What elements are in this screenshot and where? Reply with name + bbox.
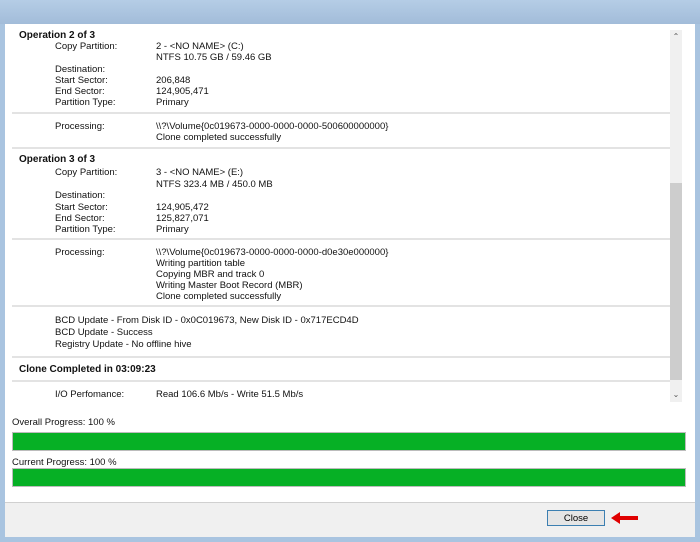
value: 124,905,472: [156, 202, 209, 213]
value: Primary: [156, 224, 189, 235]
operation-title: Operation 3 of 3: [19, 154, 96, 165]
scrollbar-thumb[interactable]: [670, 183, 682, 380]
divider: [12, 305, 670, 307]
completed-title: Clone Completed in 03:09:23: [19, 364, 156, 375]
label: Start Sector:: [55, 202, 108, 213]
divider: [12, 356, 670, 358]
value: Clone completed successfully: [156, 132, 282, 143]
divider: [12, 112, 670, 114]
label: Partition Type:: [55, 224, 116, 235]
value: 3 - <NO NAME> (E:): [156, 167, 244, 178]
value: \\?\Volume{0c019673-0000-0000-0000-50060…: [156, 121, 389, 132]
current-progress-label: Current Progress: 100 %: [12, 457, 117, 468]
value: Copying MBR and track 0: [156, 269, 265, 280]
overall-progress-label: Overall Progress: 100 %: [12, 417, 115, 428]
label: End Sector:: [55, 86, 105, 97]
value: Primary: [156, 97, 189, 108]
value: 206,848: [156, 75, 191, 86]
value: Writing partition table: [156, 258, 246, 269]
value: 124,905,471: [156, 86, 209, 97]
label: Copy Partition:: [55, 41, 118, 52]
io-value: Read 106.6 Mb/s - Write 51.5 Mb/s: [156, 389, 304, 400]
value: Writing Master Boot Record (MBR): [156, 280, 303, 291]
label: Processing:: [55, 247, 105, 258]
divider: [12, 147, 670, 149]
current-progress-fill: [13, 469, 685, 486]
value: \\?\Volume{0c019673-0000-0000-0000-d0e30…: [156, 247, 389, 258]
bcd-line: BCD Update - Success: [55, 327, 153, 338]
close-button[interactable]: Close: [547, 510, 605, 526]
title-bar: [0, 0, 700, 24]
divider: [12, 238, 670, 240]
label: Destination:: [55, 190, 106, 201]
overall-progress-fill: [13, 433, 685, 450]
label: Start Sector:: [55, 75, 108, 86]
bcd-line: BCD Update - From Disk ID - 0x0C019673, …: [55, 315, 359, 326]
value: Clone completed successfully: [156, 291, 282, 302]
log-list: Operation 2 of 3 Copy Partition: 2 - <NO…: [12, 30, 670, 402]
value: 125,827,071: [156, 213, 209, 224]
red-arrow-icon: [611, 512, 638, 524]
scroll-down-icon[interactable]: ⌄: [670, 390, 682, 399]
label: Destination:: [55, 64, 106, 75]
label: End Sector:: [55, 213, 105, 224]
operation-title: Operation 2 of 3: [19, 30, 96, 41]
current-progress-bar: [12, 468, 686, 487]
clone-dialog: Operation 2 of 3 Copy Partition: 2 - <NO…: [5, 24, 695, 537]
bcd-line: Registry Update - No offline hive: [55, 339, 192, 350]
label: Partition Type:: [55, 97, 116, 108]
scroll-up-icon[interactable]: ⌃: [670, 32, 682, 41]
value: NTFS 323.4 MB / 450.0 MB: [156, 179, 273, 190]
overall-progress-bar: [12, 432, 686, 451]
value: NTFS 10.75 GB / 59.46 GB: [156, 52, 272, 63]
label: Copy Partition:: [55, 167, 118, 178]
scrollbar[interactable]: ⌃ ⌄: [670, 30, 682, 402]
value: 2 - <NO NAME> (C:): [156, 41, 244, 52]
io-label: I/O Perfomance:: [55, 389, 125, 400]
label: Processing:: [55, 121, 105, 132]
divider: [12, 380, 670, 382]
